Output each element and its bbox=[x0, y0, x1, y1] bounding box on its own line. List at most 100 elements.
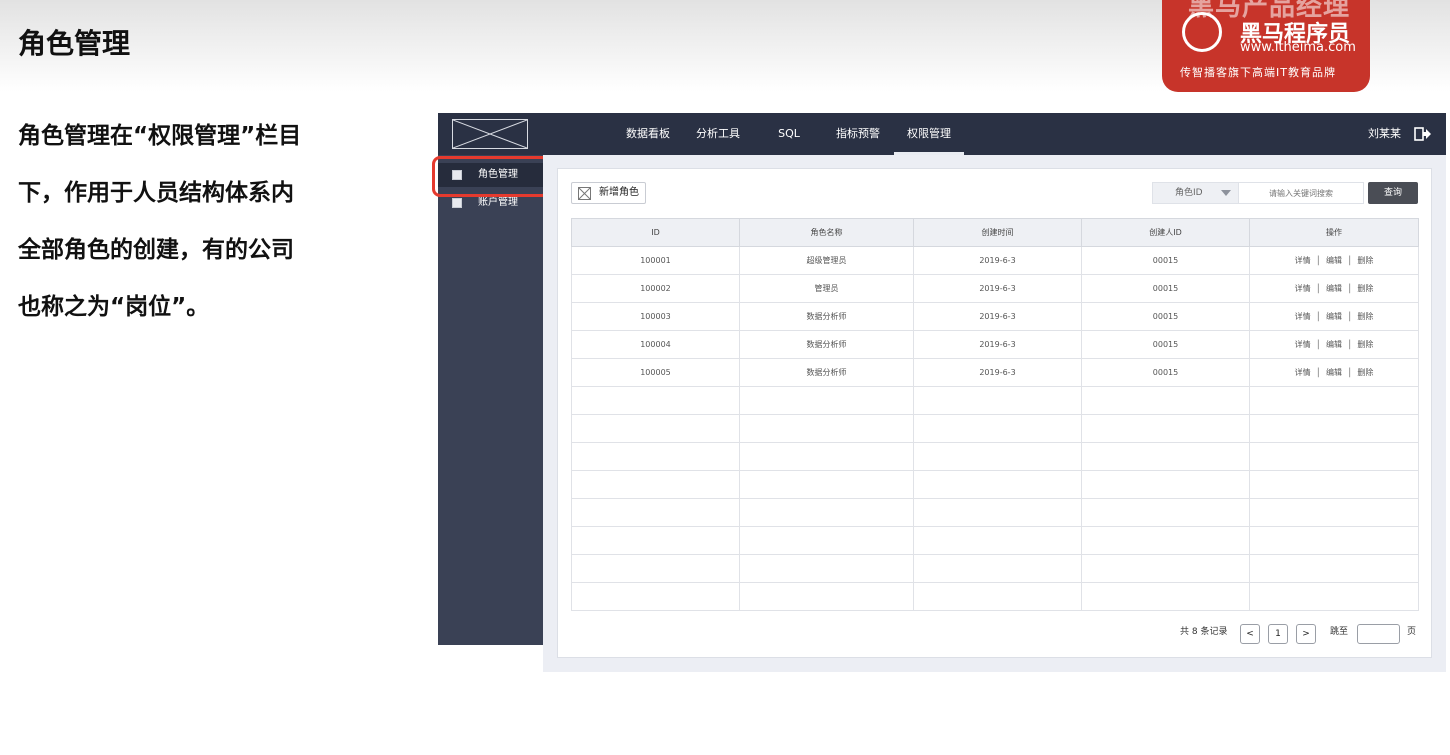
checkbox-icon bbox=[452, 198, 462, 208]
empty-table-row bbox=[571, 498, 1419, 527]
brand-url: www.itheima.com bbox=[1240, 40, 1356, 55]
highlight-annotation bbox=[432, 156, 550, 197]
delete-link[interactable]: 删除 bbox=[1357, 367, 1373, 378]
action-separator: | bbox=[1348, 311, 1352, 322]
detail-link[interactable]: 详情 bbox=[1295, 255, 1311, 266]
slide-description: 角色管理在“权限管理”栏目 下，作用于人员结构体系内 全部角色的创建，有的公司 … bbox=[18, 108, 358, 336]
table-cell: 2019-6-3 bbox=[913, 330, 1082, 359]
action-separator: | bbox=[1348, 255, 1352, 266]
nav-item-permissions[interactable]: 权限管理 bbox=[894, 113, 964, 155]
edit-link[interactable]: 编辑 bbox=[1326, 367, 1342, 378]
table-cell: 100005 bbox=[571, 358, 740, 387]
delete-link[interactable]: 删除 bbox=[1357, 255, 1373, 266]
row-actions: 详情 | 编辑 | 删除 bbox=[1249, 302, 1419, 331]
empty-table-row bbox=[571, 526, 1419, 555]
nav-item-analysis-tools[interactable]: 分析工具 bbox=[688, 113, 748, 155]
nav-item-dashboard[interactable]: 数据看板 bbox=[618, 113, 678, 155]
roles-table: ID 角色名称 创建时间 创建人ID 操作 100001 超级管理员 2019-6-… bbox=[571, 218, 1419, 611]
table-cell: 2019-6-3 bbox=[913, 246, 1082, 275]
table-cell: 2019-6-3 bbox=[913, 358, 1082, 387]
description-line: 角色管理在“权限管理”栏目 bbox=[18, 123, 302, 149]
caret-down-icon bbox=[1221, 190, 1231, 196]
row-actions: 详情 | 编辑 | 删除 bbox=[1249, 330, 1419, 359]
search-input[interactable] bbox=[1238, 182, 1364, 204]
table-cell: 100003 bbox=[571, 302, 740, 331]
action-separator: | bbox=[1316, 255, 1320, 266]
empty-table-row bbox=[571, 414, 1419, 443]
action-separator: | bbox=[1348, 283, 1352, 294]
nav-item-sql[interactable]: SQL bbox=[764, 113, 814, 155]
logo-placeholder-icon bbox=[452, 119, 528, 149]
table-cell: 00015 bbox=[1081, 274, 1250, 303]
column-header: 创建时间 bbox=[913, 218, 1082, 247]
column-header: 操作 bbox=[1249, 218, 1419, 247]
edit-link[interactable]: 编辑 bbox=[1326, 255, 1342, 266]
jump-page-input[interactable] bbox=[1357, 624, 1400, 644]
empty-table-row bbox=[571, 386, 1419, 415]
column-header: ID bbox=[571, 218, 740, 247]
pagination-total: 共 8 条记录 bbox=[1180, 627, 1228, 637]
table-cell: 00015 bbox=[1081, 246, 1250, 275]
action-separator: | bbox=[1316, 283, 1320, 294]
add-role-button[interactable]: 新增角色 bbox=[571, 182, 646, 204]
detail-link[interactable]: 详情 bbox=[1295, 367, 1311, 378]
edit-link[interactable]: 编辑 bbox=[1326, 311, 1342, 322]
mockup-topbar: 数据看板 分析工具 SQL 指标预警 权限管理 刘某某 bbox=[438, 113, 1446, 155]
page-unit-label: 页 bbox=[1407, 627, 1417, 637]
action-separator: | bbox=[1348, 339, 1352, 350]
table-cell: 2019-6-3 bbox=[913, 302, 1082, 331]
next-page-button[interactable]: > bbox=[1296, 624, 1316, 644]
table-row[interactable]: 100004 数据分析师 2019-6-3 00015 详情 | 编辑 | 删除 bbox=[571, 330, 1419, 359]
table-cell: 数据分析师 bbox=[739, 330, 914, 359]
table-row[interactable]: 100005 数据分析师 2019-6-3 00015 详情 | 编辑 | 删除 bbox=[571, 358, 1419, 387]
mockup-sidebar: 角色管理 账户管理 bbox=[438, 155, 543, 645]
detail-link[interactable]: 详情 bbox=[1295, 339, 1311, 350]
prev-page-button[interactable]: < bbox=[1240, 624, 1260, 644]
brand-slogan: 传智播客旗下高端IT教育品牌 bbox=[1180, 66, 1336, 79]
slide-title: 角色管理 bbox=[18, 27, 131, 60]
description-line: 也称之为“岗位”。 bbox=[18, 294, 210, 320]
table-cell: 100001 bbox=[571, 246, 740, 275]
empty-table-row bbox=[571, 554, 1419, 583]
horse-logo-icon bbox=[1182, 12, 1222, 52]
query-button[interactable]: 查询 bbox=[1368, 182, 1418, 204]
page-number-button[interactable]: 1 bbox=[1268, 624, 1288, 644]
table-cell: 管理员 bbox=[739, 274, 914, 303]
detail-link[interactable]: 详情 bbox=[1295, 311, 1311, 322]
description-line: 下，作用于人员结构体系内 bbox=[18, 180, 294, 206]
delete-link[interactable]: 删除 bbox=[1357, 311, 1373, 322]
user-name[interactable]: 刘某某 bbox=[1368, 113, 1401, 155]
table-cell: 00015 bbox=[1081, 330, 1250, 359]
add-role-label: 新增角色 bbox=[599, 187, 639, 198]
detail-link[interactable]: 详情 bbox=[1295, 283, 1311, 294]
table-cell: 超级管理员 bbox=[739, 246, 914, 275]
action-separator: | bbox=[1316, 339, 1320, 350]
delete-link[interactable]: 删除 bbox=[1357, 339, 1373, 350]
nav-item-alerts[interactable]: 指标预警 bbox=[828, 113, 888, 155]
table-row[interactable]: 100003 数据分析师 2019-6-3 00015 详情 | 编辑 | 删除 bbox=[571, 302, 1419, 331]
search-field-select[interactable]: 角色ID bbox=[1152, 182, 1238, 204]
table-cell: 2019-6-3 bbox=[913, 274, 1082, 303]
edit-link[interactable]: 编辑 bbox=[1326, 339, 1342, 350]
column-header: 角色名称 bbox=[739, 218, 914, 247]
empty-table-row bbox=[571, 470, 1419, 499]
row-actions: 详情 | 编辑 | 删除 bbox=[1249, 246, 1419, 275]
logout-icon[interactable] bbox=[1414, 125, 1432, 143]
edit-link[interactable]: 编辑 bbox=[1326, 283, 1342, 294]
action-separator: | bbox=[1316, 367, 1320, 378]
brand-logo: 黑马产品经理 黑马程序员 www.itheima.com 传智播客旗下高端IT教… bbox=[1162, 0, 1370, 92]
table-row[interactable]: 100001 超级管理员 2019-6-3 00015 详情 | 编辑 | 删除 bbox=[571, 246, 1419, 275]
table-cell: 00015 bbox=[1081, 358, 1250, 387]
delete-link[interactable]: 删除 bbox=[1357, 283, 1373, 294]
column-header: 创建人ID bbox=[1081, 218, 1250, 247]
table-cell: 数据分析师 bbox=[739, 302, 914, 331]
table-cell: 数据分析师 bbox=[739, 358, 914, 387]
row-actions: 详情 | 编辑 | 删除 bbox=[1249, 274, 1419, 303]
action-separator: | bbox=[1316, 311, 1320, 322]
empty-table-row bbox=[571, 442, 1419, 471]
row-actions: 详情 | 编辑 | 删除 bbox=[1249, 358, 1419, 387]
table-row[interactable]: 100002 管理员 2019-6-3 00015 详情 | 编辑 | 删除 bbox=[571, 274, 1419, 303]
action-separator: | bbox=[1348, 367, 1352, 378]
table-header-row: ID 角色名称 创建时间 创建人ID 操作 bbox=[571, 218, 1419, 247]
placeholder-image-icon bbox=[578, 187, 591, 200]
